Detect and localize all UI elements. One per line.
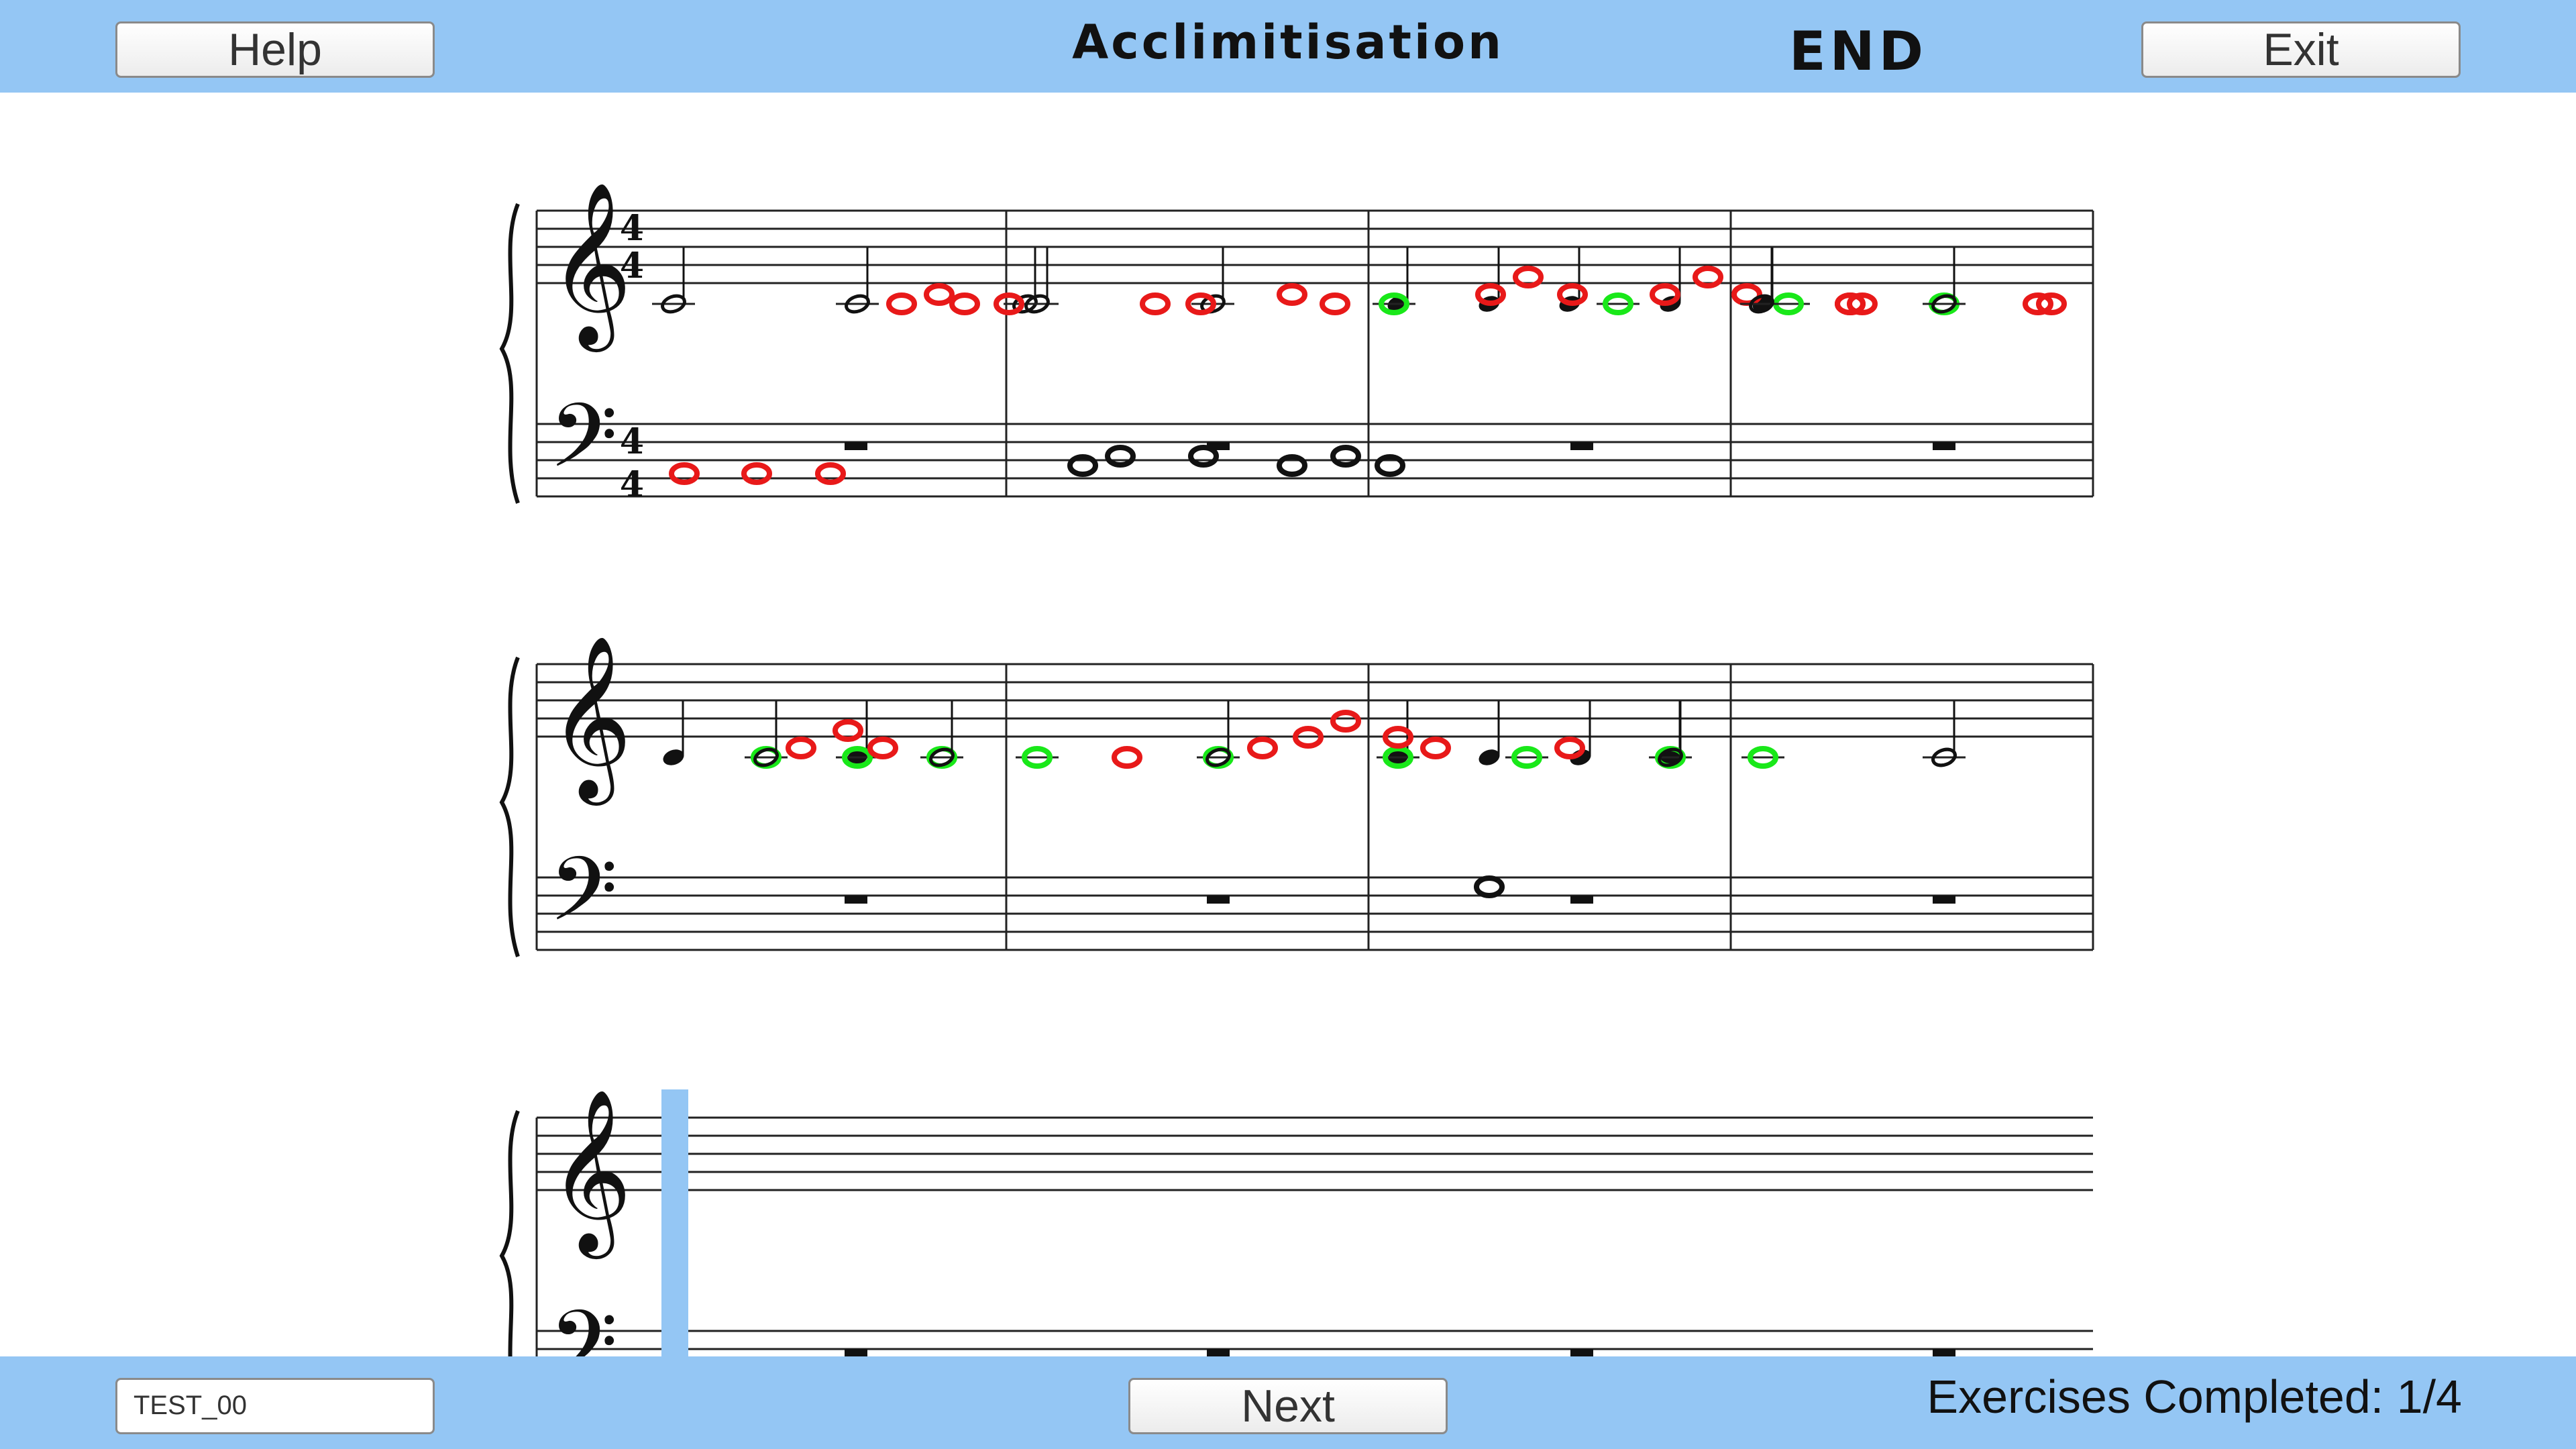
- note: [669, 462, 700, 485]
- whole-rest: [1933, 442, 1955, 450]
- note: [867, 737, 898, 759]
- system-2: 𝄞𝄢: [499, 634, 2094, 963]
- bass-clef: 𝄢: [549, 384, 618, 509]
- note: [1320, 292, 1350, 315]
- whole-rest: [1933, 1349, 1955, 1356]
- brace: [499, 656, 520, 957]
- whole-rest: [1570, 1349, 1593, 1356]
- next-button[interactable]: Next: [1128, 1378, 1448, 1434]
- note: [1067, 454, 1098, 477]
- note: [1375, 454, 1405, 477]
- playback-cursor: [661, 1089, 688, 1356]
- bass-clef: 𝄢: [549, 1291, 618, 1356]
- exercises-completed-counter: Exercises Completed: 1/4: [1927, 1371, 2462, 1423]
- help-button[interactable]: Help: [115, 21, 435, 78]
- note: [1474, 875, 1505, 898]
- whole-rest: [1933, 896, 1955, 904]
- note: [1277, 454, 1307, 477]
- note: [1693, 266, 1723, 288]
- whole-rest: [1570, 896, 1593, 904]
- system-1: 𝄞𝄢4444: [499, 180, 2094, 509]
- system-3: 𝄞𝄢: [499, 1087, 2093, 1356]
- note: [1277, 283, 1307, 306]
- time-signature-top: 4: [620, 208, 644, 249]
- note: [1513, 266, 1544, 288]
- whole-rest: [1207, 896, 1230, 904]
- exercise-title: Acclimitisation: [1072, 15, 1504, 70]
- note: [924, 283, 955, 306]
- bass-clef: 𝄢: [549, 837, 618, 963]
- time-signature-bottom: 4: [620, 246, 644, 286]
- note: [886, 292, 917, 315]
- note: [949, 292, 980, 315]
- note: [833, 719, 863, 742]
- whole-rest: [845, 1349, 867, 1356]
- note: [1731, 283, 1762, 306]
- whole-rest: [1570, 442, 1593, 450]
- whole-rest: [1207, 1349, 1230, 1356]
- whole-rest: [1207, 442, 1230, 450]
- note: [1105, 445, 1136, 468]
- note: [1650, 283, 1680, 306]
- whole-rest: [845, 896, 867, 904]
- note: [1557, 283, 1588, 306]
- note: [1330, 710, 1361, 733]
- note: [786, 737, 816, 759]
- note: [1247, 737, 1278, 759]
- music-score: 𝄞 𝄞𝄢4444𝄞𝄢𝄞𝄢: [499, 180, 2094, 1356]
- brace: [499, 203, 520, 504]
- note: [1140, 292, 1171, 315]
- whole-rest: [845, 442, 867, 450]
- brace: [499, 1110, 520, 1356]
- exit-button[interactable]: Exit: [2141, 21, 2461, 78]
- note: [1420, 737, 1451, 759]
- treble-clef: 𝄞: [549, 1087, 632, 1259]
- time-signature-top: 4: [620, 421, 644, 462]
- note: [815, 462, 846, 485]
- treble-clef: 𝄞: [549, 634, 632, 806]
- end-label: END: [1788, 20, 1927, 83]
- test-name-field[interactable]: TEST_00: [115, 1378, 435, 1434]
- note: [741, 462, 772, 485]
- note: [1554, 737, 1585, 759]
- note: [1112, 746, 1142, 769]
- note: [1330, 445, 1361, 468]
- time-signature-bottom: 4: [620, 464, 644, 505]
